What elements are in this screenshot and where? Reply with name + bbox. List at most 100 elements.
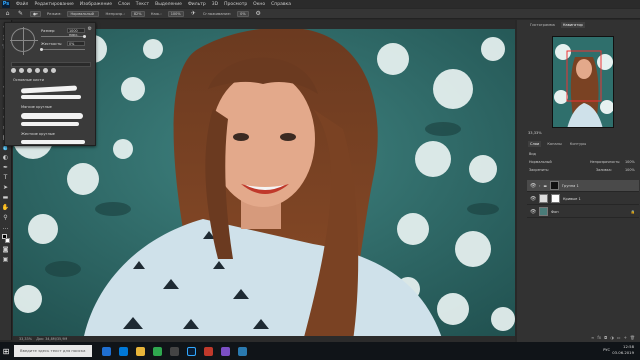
media-player-icon[interactable] [204, 346, 213, 356]
preset-thumb-icon[interactable] [11, 68, 16, 73]
new-group-icon[interactable]: ▭ [617, 335, 621, 341]
brush-angle-preview[interactable] [10, 27, 38, 55]
home-icon[interactable]: ⌂ [4, 10, 11, 17]
tab-paths[interactable]: Контуры [568, 141, 588, 147]
system-clock[interactable]: 12:58 03.06.2019 [612, 344, 634, 356]
taskbar-search-input[interactable]: Введите здесь текст для поиска [14, 345, 92, 357]
layer-name[interactable]: Фон [551, 210, 559, 214]
menu-edit[interactable]: Редактирование [34, 2, 73, 7]
visibility-eye-icon[interactable]: 👁 [530, 209, 536, 215]
tab-histogram[interactable]: Гистограмма [528, 22, 557, 28]
add-mask-icon[interactable]: ◘ [604, 335, 607, 341]
store-app-icon[interactable] [170, 346, 179, 356]
folder-hard-round[interactable]: Жесткие круглые [21, 132, 55, 136]
menu-type[interactable]: Текст [136, 2, 149, 7]
visibility-eye-icon[interactable]: 👁 [530, 183, 536, 189]
layer-mask-thumbnail[interactable] [551, 194, 560, 203]
menu-select[interactable]: Выделение [155, 2, 182, 7]
visibility-eye-icon[interactable]: 👁 [530, 196, 536, 202]
app-icon[interactable] [238, 346, 247, 356]
brush-stroke-preview[interactable] [21, 140, 85, 144]
smoothing-input[interactable]: 0% [237, 10, 249, 17]
language-indicator[interactable]: РУС [603, 348, 610, 352]
brush-search-input[interactable] [11, 62, 91, 67]
layer-row[interactable]: 👁 Кривые 1 [527, 193, 639, 205]
menu-image[interactable]: Изображение [80, 2, 112, 7]
menu-view[interactable]: Просмотр [224, 2, 247, 7]
brush-hardness-input[interactable]: 0% [67, 41, 85, 46]
link-layers-icon[interactable]: ∞ [591, 335, 594, 341]
app-icon[interactable] [221, 346, 230, 356]
brush-size-slider[interactable] [41, 36, 85, 37]
menu-filter[interactable]: Фильтр [188, 2, 206, 7]
new-layer-icon[interactable]: + [624, 335, 627, 341]
quick-mask-icon[interactable]: ◙ [2, 246, 9, 253]
file-explorer-icon[interactable] [136, 346, 145, 356]
layer-row[interactable]: 👁 Фон 🔒 [527, 206, 639, 218]
navigator-zoom-readout[interactable]: 33,33% [528, 131, 542, 135]
chrome-browser-icon[interactable] [153, 346, 162, 356]
background-color-swatch[interactable] [4, 238, 10, 243]
brush-tool-icon[interactable]: ✎ [17, 10, 24, 17]
folder-general-brushes[interactable]: Основные кисти [13, 78, 44, 82]
layer-kind-filter[interactable]: Вид [529, 152, 536, 156]
menu-3d[interactable]: 3D [212, 2, 218, 7]
tab-channels[interactable]: Каналы [545, 141, 563, 147]
folder-soft-round[interactable]: Мягкие круглые [21, 105, 52, 109]
hand-tool-icon[interactable]: ✋ [2, 204, 9, 211]
brush-hardness-slider[interactable] [41, 49, 85, 50]
layer-thumbnail[interactable] [539, 207, 548, 216]
disclosure-chevron-icon[interactable]: › [539, 184, 540, 188]
brush-stroke-preview[interactable] [20, 85, 78, 94]
brush-size-input[interactable]: 1000 пикс. [67, 28, 85, 37]
flow-input[interactable]: 100% [167, 10, 184, 17]
tab-layers[interactable]: Слои [528, 141, 542, 147]
screen-mode-icon[interactable]: ▣ [2, 256, 9, 263]
brush-stroke-preview[interactable] [21, 113, 83, 119]
preset-thumb-icon[interactable] [51, 68, 56, 73]
brush-stroke-preview[interactable] [21, 122, 79, 126]
fill-input[interactable]: 100% [625, 168, 635, 172]
delete-layer-icon[interactable]: 🗑 [630, 335, 635, 341]
layer-row[interactable]: 👁 › ▬ Группа 1 [527, 180, 639, 192]
layer-mask-thumbnail[interactable] [549, 181, 559, 190]
zoom-readout[interactable]: 33,33% [19, 337, 32, 341]
layer-name[interactable]: Кривые 1 [563, 197, 581, 201]
brush-settings-gear-icon[interactable]: ⚙ [88, 26, 92, 32]
layer-opacity-input[interactable]: 100% [625, 160, 635, 164]
type-tool-icon[interactable]: T [2, 174, 9, 181]
pen-tool-icon[interactable]: ✒ [2, 164, 9, 171]
preset-thumb-icon[interactable] [19, 68, 24, 73]
brush-preset-picker[interactable]: ●▾ [30, 10, 41, 17]
brush-size-knob[interactable] [83, 35, 86, 38]
navigator-thumbnail[interactable] [552, 36, 614, 128]
preset-thumb-icon[interactable] [43, 68, 48, 73]
preset-thumb-icon[interactable] [27, 68, 32, 73]
layer-name[interactable]: Группа 1 [562, 184, 579, 188]
menu-file[interactable]: Файл [16, 2, 28, 7]
color-swatches[interactable] [1, 234, 10, 243]
menu-layers[interactable]: Слои [118, 2, 130, 7]
settings-gear-icon[interactable]: ⚙ [255, 10, 262, 17]
opacity-input[interactable]: 82% [130, 10, 145, 17]
tab-navigator[interactable]: Навигатор [560, 22, 585, 28]
mode-select[interactable]: Нормальный [67, 10, 100, 17]
task-view-icon[interactable] [102, 346, 111, 356]
menu-help[interactable]: Справка [271, 2, 291, 7]
brush-hardness-knob[interactable] [40, 48, 43, 51]
edge-browser-icon[interactable] [119, 346, 128, 356]
shape-tool-icon[interactable]: ▬ [2, 194, 9, 201]
preset-thumb-icon[interactable] [35, 68, 40, 73]
photoshop-app-icon[interactable] [187, 346, 196, 356]
blend-mode-select[interactable]: Нормальный [529, 160, 552, 164]
fx-icon[interactable]: fx [597, 335, 601, 341]
curves-adjustment-icon[interactable] [539, 194, 548, 203]
menu-window[interactable]: Окно [253, 2, 265, 7]
path-select-tool-icon[interactable]: ➤ [2, 184, 9, 191]
airbrush-icon[interactable]: ✈ [190, 10, 197, 17]
brush-stroke-preview[interactable] [21, 95, 81, 99]
dodge-tool-icon[interactable]: ◐ [2, 154, 9, 161]
adjustment-layer-icon[interactable]: ◑ [610, 335, 614, 341]
more-tools-icon[interactable]: … [2, 224, 9, 231]
zoom-tool-icon[interactable]: ⚲ [2, 214, 9, 221]
